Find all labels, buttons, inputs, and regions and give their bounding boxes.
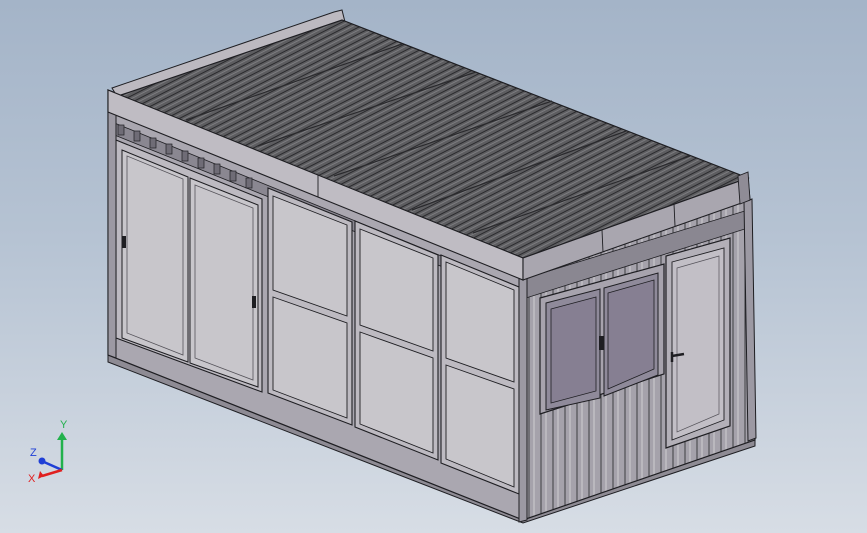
coordinate-triad: Y Z X (28, 419, 68, 485)
y-axis-label: Y (60, 419, 68, 431)
z-axis-arrow (43, 460, 63, 472)
cad-viewport[interactable]: Y Z X (0, 0, 867, 533)
x-axis-arrowhead-icon (38, 471, 44, 479)
z-axis-label: Z (30, 447, 37, 459)
x-axis-arrow (41, 468, 63, 478)
z-axis-arrowhead-icon (38, 457, 46, 465)
y-axis-arrowhead-icon (57, 432, 67, 440)
x-axis-label: X (28, 473, 36, 485)
